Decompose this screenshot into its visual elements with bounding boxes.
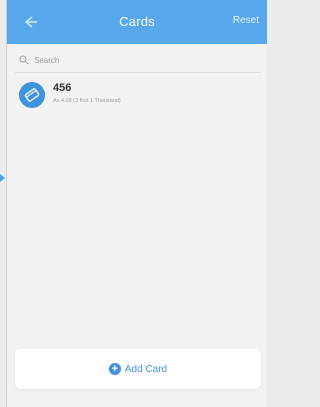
search-bar[interactable] xyxy=(19,52,259,68)
header-bar: Cards Reset xyxy=(7,0,267,44)
card-list-item[interactable]: 456 As 4.08 (3 first 1 Thousand) xyxy=(15,78,261,114)
drawer-edge-arrow-icon xyxy=(0,174,5,182)
reset-button[interactable]: Reset xyxy=(233,15,259,26)
card-icon xyxy=(24,88,40,102)
plus-icon: + xyxy=(108,363,121,375)
search-input[interactable] xyxy=(34,55,234,65)
search-divider xyxy=(15,72,261,73)
card-subtitle: As 4.08 (3 first 1 Thousand) xyxy=(53,98,121,104)
card-avatar xyxy=(19,82,45,108)
search-icon xyxy=(19,55,29,65)
app-screen: Cards Reset 456 As 4.08 (3 first 1 Thous… xyxy=(6,0,267,407)
bottom-action-bar: + Add Card xyxy=(15,349,261,389)
add-card-button[interactable]: + Add Card xyxy=(108,363,168,375)
add-card-label: Add Card xyxy=(124,363,168,375)
card-name: 456 xyxy=(53,82,72,94)
page-title: Cards xyxy=(119,14,155,29)
